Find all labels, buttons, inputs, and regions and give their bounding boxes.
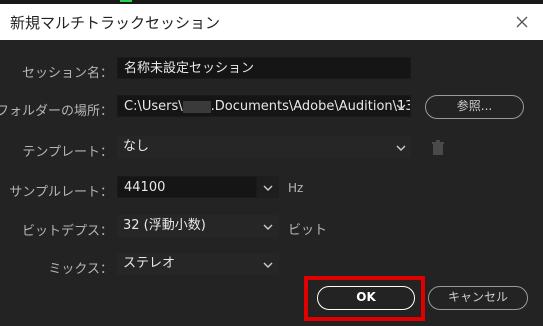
template-label: テンプレート： xyxy=(22,145,113,160)
chevron-down-icon[interactable] xyxy=(396,145,406,151)
session-name-input[interactable]: 名称未設定セッション xyxy=(117,57,411,79)
bit-depth-unit: ビット xyxy=(288,223,328,238)
bit-depth-label: ビットデプス： xyxy=(21,224,113,239)
bit-depth-dropdown[interactable]: 32 (浮動小数) xyxy=(117,215,279,237)
ok-button[interactable]: OK xyxy=(317,286,415,310)
browse-button[interactable]: 参照... xyxy=(425,95,524,119)
mix-label: ミックス： xyxy=(48,262,113,277)
window-title: 新規マルチトラックセッション xyxy=(10,14,221,32)
chevron-down-icon[interactable] xyxy=(263,185,273,191)
redacted-username xyxy=(182,100,211,113)
chevron-down-icon[interactable] xyxy=(263,224,273,230)
folder-path-prefix: C:\Users\ xyxy=(124,99,183,114)
folder-dropdown[interactable]: C:\Users\ .Documents\Adobe\Audition\13.0 xyxy=(117,95,411,117)
sample-rate-input[interactable]: 44100 xyxy=(117,176,257,198)
sample-rate-label: サンプルレート： xyxy=(9,185,113,200)
folder-label: フォルダーの場所： xyxy=(0,104,113,119)
sample-rate-unit: Hz xyxy=(288,181,304,195)
close-icon[interactable] xyxy=(512,12,532,32)
mix-dropdown[interactable]: ステレオ xyxy=(117,253,279,275)
chevron-down-icon[interactable] xyxy=(396,104,406,110)
trash-icon[interactable] xyxy=(431,140,445,156)
chevron-down-icon[interactable] xyxy=(263,262,273,268)
folder-path-suffix: .Documents\Adobe\Audition\13.0 xyxy=(210,99,411,114)
template-dropdown[interactable]: なし xyxy=(117,136,411,158)
cancel-button[interactable]: キャンセル xyxy=(428,286,528,310)
title-bar: 新規マルチトラックセッション xyxy=(0,4,543,40)
session-name-label: セッション名： xyxy=(21,66,113,81)
accent-line xyxy=(120,0,132,2)
